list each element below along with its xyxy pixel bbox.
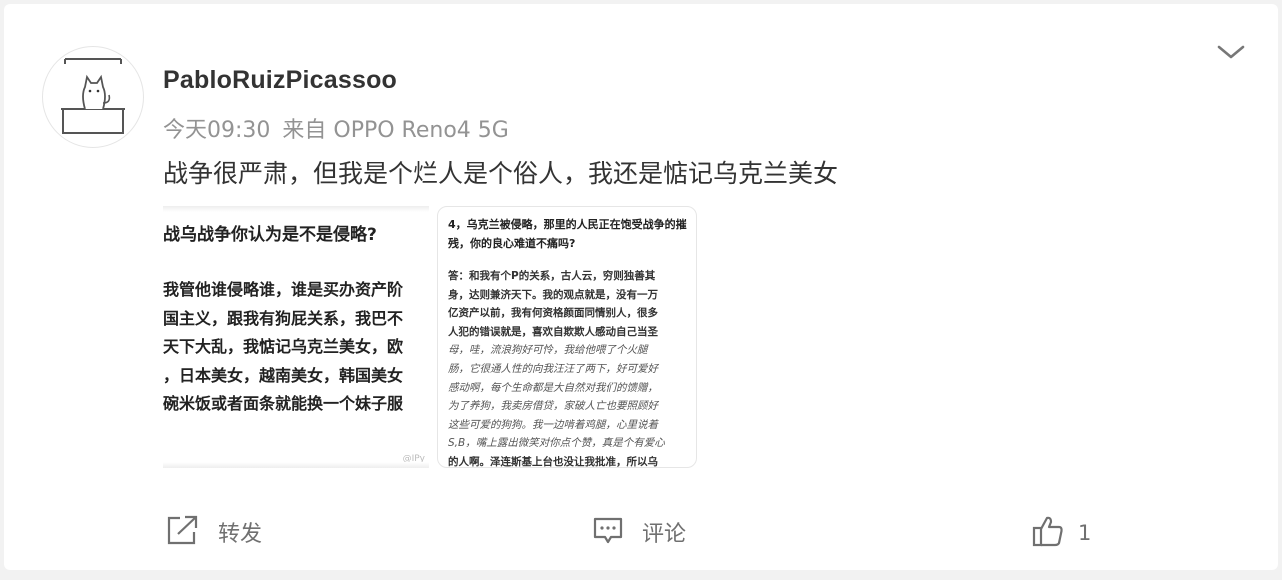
image2-answer-line: 答：和我有个P的关系，古人云，穷则独善其 (448, 270, 656, 282)
image1-answer: 我管他谁侵略谁，谁是买办资产阶 国主义，跟我有狗屁关系，我巴不 天下大乱，我惦记… (163, 276, 403, 419)
comment-button[interactable]: 评论 (592, 514, 686, 550)
image1-question: 战乌战争你认为是不是侵略? (163, 225, 377, 245)
image1-answer-line: 国主义，跟我有狗屁关系，我巴不 (163, 308, 404, 328)
thumbs-up-icon (1032, 514, 1064, 552)
image1-answer-line: 天下大乱，我惦记乌克兰美女，欧 (163, 337, 404, 356)
image2-answer-line: 的人啊。泽连斯基上台也没让我批准，所以乌 (448, 455, 658, 468)
image2-answer-line: 为了养狗，我卖房借贷，家破人亡也要照顾好 (448, 400, 658, 413)
image1-answer-line: ，日本美女，越南美女，韩国美女 (163, 365, 404, 385)
post-text: 战争很严肃，但我是个烂人是个俗人，我还是惦记乌克兰美女 (163, 159, 839, 188)
image2-question: 4，乌克兰被侵略，那里的人民正在饱受战争的摧残，你的良心难道不痛吗? (448, 218, 687, 250)
weibo-post-card: PabloRuizPicassoo 今天09:30 来自 OPPO Reno4 5… (4, 4, 1278, 570)
chevron-down-icon[interactable] (1216, 40, 1246, 64)
image2-answer-line: 感动啊，每个生命都是大自然对我们的馈赠， (448, 381, 658, 394)
image2-answer-line: 这些可爱的狗狗。我一边啃着鸡腿，心里说着 (448, 418, 658, 431)
image-edge (163, 462, 429, 468)
share-label: 转发 (218, 522, 263, 547)
image2-answer: 答：和我有个P的关系，古人云，穷则独善其 身，达则兼济天下。我的观点就是，没有一… (448, 267, 694, 468)
share-button[interactable]: 转发 (166, 514, 262, 550)
post-image-1[interactable]: 战乌战争你认为是不是侵略? 我管他谁侵略谁，谁是买办资产阶 国主义，跟我有狗屁关… (163, 206, 429, 468)
comment-label: 评论 (642, 522, 687, 547)
image2-answer-line: 亿资产以前，我有何资格颜面同情别人，很多 (448, 307, 658, 320)
image2-answer-line: 肠，它很通人性的向我汪汪了两下，好可爱好 (448, 362, 658, 375)
share-icon (166, 514, 200, 550)
image2-answer-line: S,B，嘴上露出微笑对你点个赞，真是个有爱心 (448, 437, 665, 450)
post-time[interactable]: 今天09:30 (163, 118, 270, 143)
image2-answer-line: 母，哇，流浪狗好可怜，我给他喂了个火腿 (448, 344, 648, 357)
image1-answer-line: 碗米饭或者面条就能换一个妹子服 (163, 394, 404, 413)
post-meta: 今天09:30 来自 OPPO Reno4 5G (163, 112, 509, 144)
image-edge (163, 206, 429, 212)
username[interactable]: PabloRuizPicassoo (163, 66, 397, 95)
post-image-2[interactable]: 4，乌克兰被侵略，那里的人民正在饱受战争的摧残，你的良心难道不痛吗? 答：和我有… (437, 206, 697, 468)
like-count: 1 (1078, 521, 1092, 545)
like-button[interactable]: 1 (1032, 514, 1091, 552)
post-source: 来自 OPPO Reno4 5G (282, 118, 509, 143)
comment-icon (592, 514, 624, 550)
image2-answer-line: 身，达则兼济天下。我的观点就是，没有一万 (448, 288, 658, 301)
avatar[interactable] (42, 46, 144, 148)
image1-answer-line: 我管他谁侵略谁，谁是买办资产阶 (163, 280, 404, 299)
image2-answer-line: 人犯的错误就是，喜欢自欺欺人感动自己当圣 (448, 325, 658, 338)
